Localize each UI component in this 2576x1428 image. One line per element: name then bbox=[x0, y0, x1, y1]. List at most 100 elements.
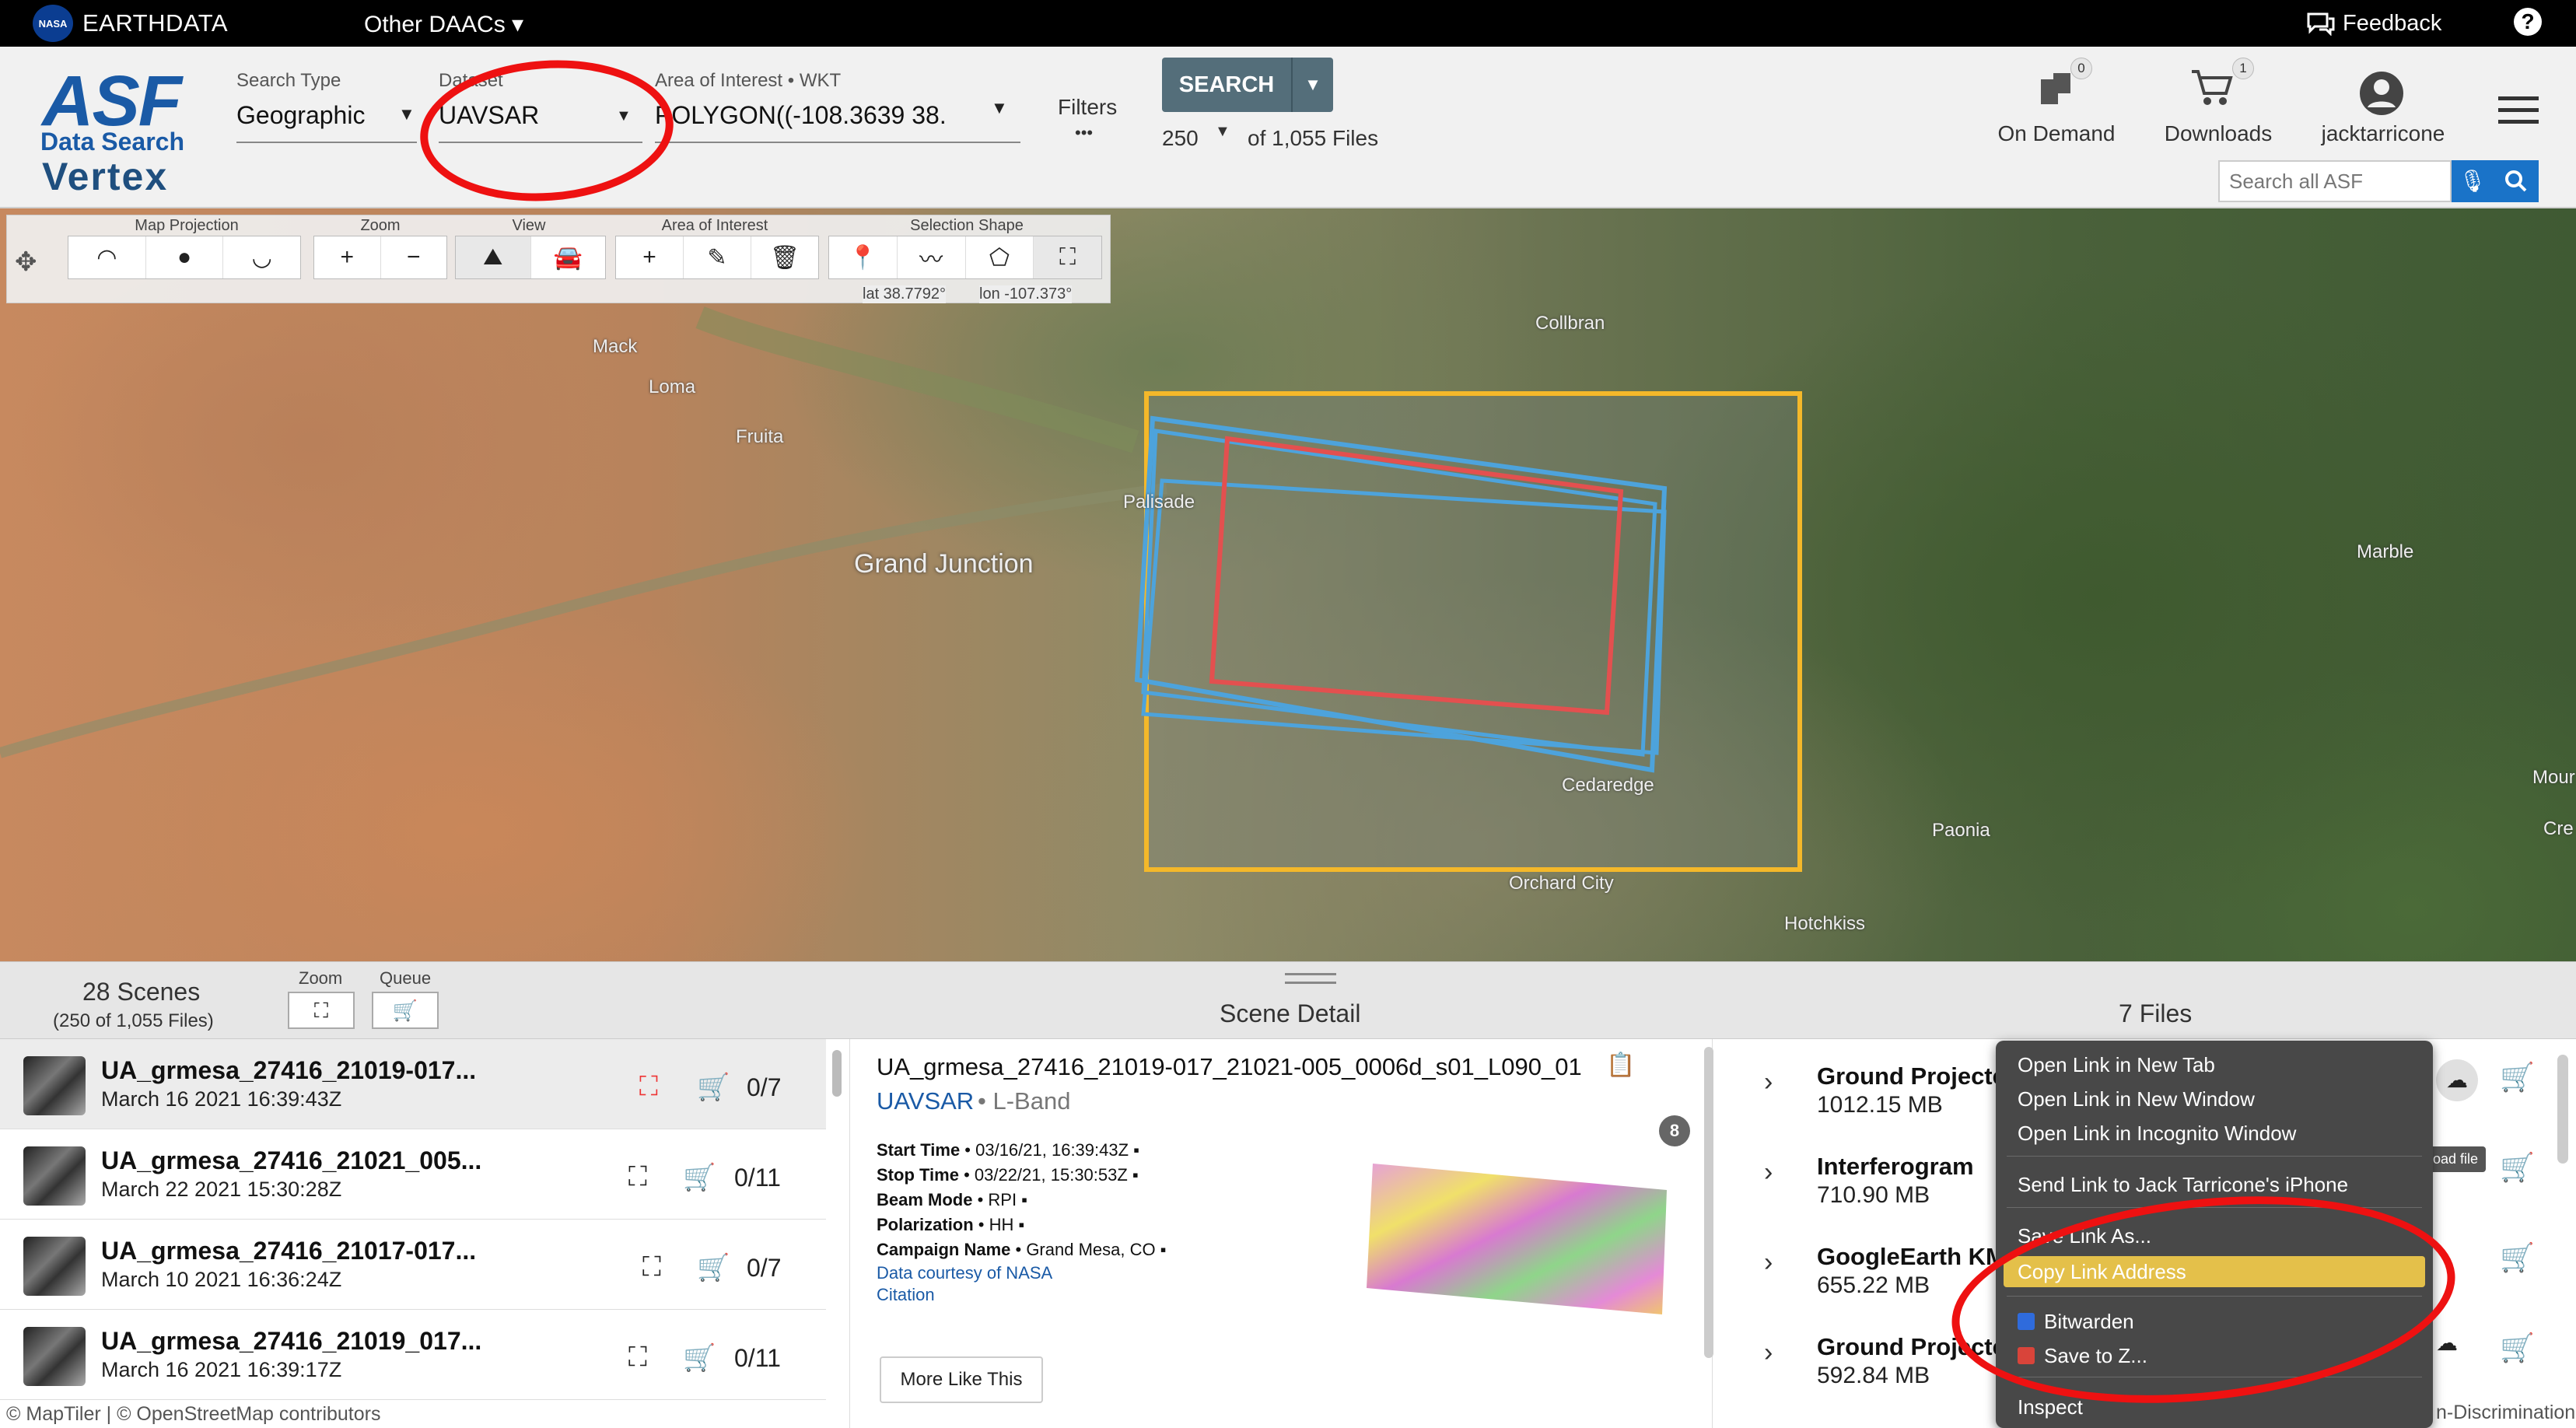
chevron-right-icon[interactable]: › bbox=[1764, 1248, 1773, 1278]
add-to-cart-icon[interactable]: 🛒 bbox=[683, 1162, 716, 1193]
other-daacs-menu[interactable]: Other DAACs ▾ bbox=[364, 11, 523, 38]
chevron-right-icon[interactable]: › bbox=[1764, 1157, 1773, 1188]
on-demand-icon[interactable] bbox=[2036, 68, 2075, 106]
add-to-cart-icon[interactable]: 🛒 bbox=[683, 1342, 716, 1374]
scene-row[interactable]: UA_grmesa_27416_21019-017... March 16 20… bbox=[0, 1039, 826, 1129]
search-type-label: Search Type bbox=[236, 70, 341, 91]
aoi-wkt-input[interactable]: POLYGON((-108.3639 38. bbox=[655, 101, 947, 130]
add-to-cart-icon[interactable]: 🛒 bbox=[2500, 1332, 2535, 1364]
zoom-to-scene-icon[interactable]: ⛶ bbox=[639, 1072, 658, 1102]
search-button[interactable]: SEARCH ▼ bbox=[1162, 58, 1333, 112]
feedback-icon[interactable] bbox=[2305, 11, 2336, 37]
copy-icon[interactable]: ▪ bbox=[1019, 1215, 1025, 1234]
chevron-down-icon[interactable]: ▼ bbox=[1215, 123, 1230, 141]
scene-row[interactable]: UA_grmesa_27416_21021_005... March 22 20… bbox=[0, 1129, 826, 1220]
search-options-chevron-icon[interactable]: ▼ bbox=[1293, 58, 1333, 112]
map-label: Paonia bbox=[1932, 820, 1990, 841]
copy-icon[interactable]: ▪ bbox=[1133, 1140, 1139, 1160]
menu-icon[interactable] bbox=[2498, 95, 2539, 126]
arctic-projection-icon[interactable]: ◠ bbox=[68, 236, 146, 278]
user-name[interactable]: jacktarricone bbox=[2305, 121, 2461, 146]
search-all-asf-input[interactable]: Search all ASF bbox=[2218, 160, 2452, 202]
file-name: Interferogram bbox=[1817, 1153, 1974, 1180]
terrain-view-icon[interactable]: ⛰ bbox=[456, 236, 531, 278]
on-demand-label[interactable]: On Demand bbox=[1991, 121, 2122, 146]
menu-item-send-to-device[interactable]: Send Link to Jack Tarricone's iPhone bbox=[2018, 1173, 2348, 1197]
filters-button[interactable]: Filters bbox=[1058, 95, 1117, 120]
copy-icon[interactable]: ▪ bbox=[1021, 1190, 1027, 1209]
download-icon[interactable]: ☁ bbox=[2436, 1330, 2458, 1356]
chevron-down-icon[interactable]: ▼ bbox=[991, 98, 1008, 118]
chevron-right-icon[interactable]: › bbox=[1764, 1338, 1773, 1368]
citation-link[interactable]: Citation bbox=[877, 1285, 935, 1305]
scene-browse-image[interactable] bbox=[1362, 1156, 1673, 1318]
zoom-to-scene-icon[interactable]: ⛶ bbox=[628, 1342, 647, 1373]
more-like-this-button[interactable]: More Like This bbox=[880, 1356, 1043, 1403]
polygon-shape-icon[interactable]: ⬠ bbox=[966, 236, 1034, 278]
antarctic-projection-icon[interactable]: ◡ bbox=[223, 236, 300, 278]
asf-logo[interactable]: ASF bbox=[42, 65, 182, 137]
account-icon[interactable] bbox=[2358, 70, 2405, 117]
vertex-header: ASF Data Search Vertex Search Type Geogr… bbox=[0, 47, 2576, 208]
feedback-link[interactable]: Feedback bbox=[2343, 11, 2441, 37]
queue-column-label: Queue bbox=[380, 968, 432, 988]
drag-handle-icon[interactable]: ✥ bbox=[15, 247, 37, 278]
add-to-cart-icon[interactable]: 🛒 bbox=[2500, 1241, 2535, 1274]
microphone-icon[interactable]: 🎙 bbox=[2452, 160, 2494, 202]
line-shape-icon[interactable]: 〰 bbox=[898, 236, 966, 278]
point-shape-icon[interactable]: 📍 bbox=[829, 236, 898, 278]
zoom-in-icon[interactable]: + bbox=[314, 236, 381, 278]
scene-row[interactable]: UA_grmesa_27416_21019_017... March 16 20… bbox=[0, 1310, 826, 1400]
scrollbar[interactable] bbox=[832, 1050, 842, 1097]
resize-handle-icon[interactable] bbox=[1285, 973, 1336, 984]
copy-icon[interactable]: ▪ bbox=[1132, 1165, 1139, 1185]
delete-aoi-icon[interactable]: 🗑 bbox=[751, 236, 818, 278]
map-canvas[interactable]: Mack Loma Fruita Grand Junction Palisade… bbox=[0, 208, 2576, 961]
campaign-value: • Grand Mesa, CO bbox=[1010, 1240, 1156, 1259]
scrollbar[interactable] bbox=[2557, 1055, 2568, 1164]
equatorial-projection-icon[interactable]: ● bbox=[146, 236, 224, 278]
add-to-cart-icon[interactable]: 🛒 bbox=[697, 1072, 730, 1103]
download-icon[interactable]: ☁ bbox=[2436, 1059, 2478, 1101]
scene-row[interactable]: UA_grmesa_27416_21017-017... March 10 20… bbox=[0, 1220, 826, 1310]
zoom-to-scene-icon[interactable]: ⛶ bbox=[628, 1162, 647, 1192]
help-icon[interactable]: ? bbox=[2514, 8, 2542, 36]
platform-link[interactable]: UAVSAR bbox=[877, 1087, 974, 1115]
add-to-cart-icon[interactable]: 🛒 bbox=[2500, 1061, 2535, 1094]
menu-item-open-new-window[interactable]: Open Link in New Window bbox=[2018, 1087, 2255, 1111]
menu-item-open-new-tab[interactable]: Open Link in New Tab bbox=[2018, 1053, 2215, 1077]
street-view-icon[interactable]: 🚘 bbox=[531, 236, 606, 278]
search-type-select[interactable]: Geographic bbox=[236, 101, 365, 130]
edit-aoi-icon[interactable]: ✎ bbox=[684, 236, 751, 278]
chevron-down-icon[interactable]: ▼ bbox=[398, 104, 415, 124]
search-icon[interactable] bbox=[2494, 160, 2539, 202]
filters-more-icon[interactable]: ••• bbox=[1075, 123, 1093, 143]
scrollbar[interactable] bbox=[1704, 1047, 1713, 1358]
add-to-cart-icon[interactable]: 🛒 bbox=[2500, 1151, 2535, 1184]
zoom-out-icon[interactable]: − bbox=[381, 236, 447, 278]
copy-icon[interactable]: ▪ bbox=[1160, 1240, 1167, 1259]
map-attribution[interactable]: © MapTiler | © OpenStreetMap contributor… bbox=[0, 1400, 387, 1428]
map-label: Cre bbox=[2543, 818, 2574, 839]
zoom-to-scene-icon[interactable]: ⛶ bbox=[642, 1252, 661, 1283]
nasa-logo[interactable]: NASA bbox=[33, 5, 73, 42]
chevron-right-icon[interactable]: › bbox=[1764, 1067, 1773, 1097]
add-to-cart-icon[interactable]: 🛒 bbox=[697, 1252, 730, 1283]
downloads-label[interactable]: Downloads bbox=[2153, 121, 2284, 146]
file-name: GoogleEarth KM bbox=[1817, 1243, 2006, 1270]
cart-icon[interactable] bbox=[2190, 68, 2234, 107]
queued-count: 0/11 bbox=[734, 1344, 781, 1372]
menu-item-open-incognito[interactable]: Open Link in Incognito Window bbox=[2018, 1122, 2296, 1146]
queue-all-cart-icon[interactable]: 🛒 bbox=[372, 992, 439, 1029]
earthdata-brand[interactable]: EARTHDATA bbox=[82, 9, 228, 37]
add-aoi-icon[interactable]: + bbox=[616, 236, 684, 278]
zoom-to-results-icon[interactable]: ⛶ bbox=[288, 992, 355, 1029]
menu-item-inspect[interactable]: Inspect bbox=[2018, 1395, 2083, 1419]
map-label: Palisade bbox=[1123, 492, 1195, 513]
data-courtesy-link[interactable]: Data courtesy of NASA bbox=[877, 1263, 1052, 1283]
footer-link[interactable]: n-Discrimination bbox=[2436, 1402, 2576, 1424]
max-results-select[interactable]: 250 bbox=[1162, 126, 1199, 151]
copy-icon[interactable]: 📋 bbox=[1606, 1052, 1635, 1079]
search-button-label[interactable]: SEARCH bbox=[1162, 58, 1293, 112]
box-shape-icon[interactable]: ⛶ bbox=[1034, 236, 1101, 278]
